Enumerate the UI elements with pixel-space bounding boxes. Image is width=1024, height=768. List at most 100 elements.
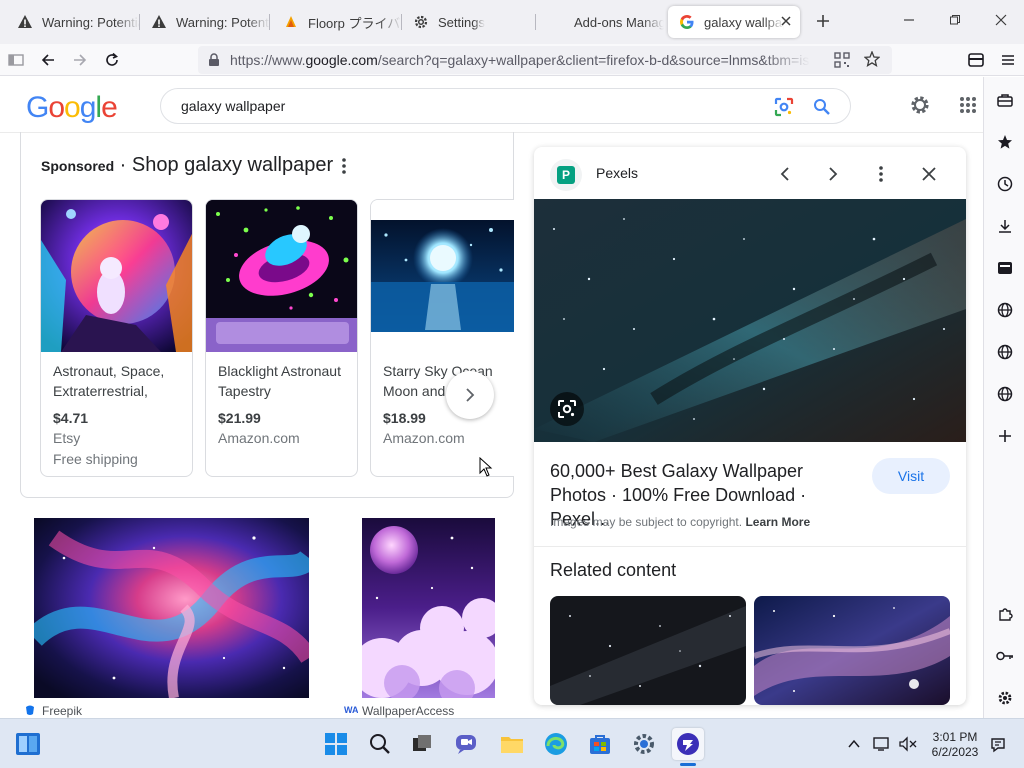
page-content: Google Sponsored · Shop galaxy wallpaper xyxy=(0,77,983,718)
puzzle-icon xyxy=(548,13,566,31)
navigation-toolbar: https://www.google.com/search?q=galaxy+w… xyxy=(0,44,1024,76)
related-image[interactable] xyxy=(550,596,746,705)
tab-bar: Warning: Potential Security Risk Ahead W… xyxy=(0,0,1024,44)
next-image-button[interactable] xyxy=(822,163,844,185)
bookmark-star-icon[interactable] xyxy=(863,50,881,70)
tab-galaxy-wallpaper[interactable]: galaxy wallpaper xyxy=(668,6,800,38)
chevron-right-icon xyxy=(829,167,838,181)
lock-icon xyxy=(208,53,220,70)
tab-floorp[interactable]: Floorp プライバシー xyxy=(272,6,402,38)
related-image[interactable] xyxy=(754,596,950,705)
tab-warning-1[interactable]: Warning: Potential Security Risk Ahead xyxy=(6,6,140,38)
menu-icon[interactable] xyxy=(996,48,1020,72)
chevron-right-icon xyxy=(466,388,475,402)
product-image-astronaut xyxy=(41,200,192,352)
gear-icon xyxy=(412,13,430,31)
passwords-key-icon[interactable] xyxy=(984,643,1024,669)
visit-button[interactable]: Visit xyxy=(872,458,950,494)
apps-grid-icon[interactable] xyxy=(958,95,978,115)
store-icon[interactable] xyxy=(584,728,616,760)
wallpaperaccess-icon: WA xyxy=(344,704,358,718)
more-options-icon[interactable] xyxy=(870,163,892,185)
extensions-puzzle-icon[interactable] xyxy=(984,601,1024,627)
learn-more-link[interactable]: Learn More xyxy=(745,515,810,529)
floorp-icon xyxy=(282,13,300,31)
carousel-next-button[interactable] xyxy=(446,371,494,419)
minimize-button[interactable] xyxy=(886,0,932,40)
warning-icon xyxy=(16,13,34,31)
volume-muted-icon[interactable] xyxy=(896,728,920,760)
show-hidden-icons-chevron-icon[interactable] xyxy=(842,728,866,760)
taskbar-search-icon[interactable] xyxy=(364,728,396,760)
product-image-starry-ocean xyxy=(371,200,514,352)
notifications-icon[interactable] xyxy=(986,728,1010,760)
google-logo[interactable]: Google xyxy=(26,91,118,125)
close-window-button[interactable] xyxy=(978,0,1024,40)
lens-icon xyxy=(558,400,576,418)
active-app-indicator xyxy=(680,763,696,766)
start-windows-icon[interactable] xyxy=(320,728,352,760)
image-preview-panel: P Pexels 60,000+ Best Galaxy Wallpaper P… xyxy=(534,147,966,705)
lens-icon[interactable] xyxy=(773,96,795,118)
task-view-icon[interactable] xyxy=(406,728,438,760)
add-panel-plus-icon[interactable] xyxy=(984,423,1024,449)
settings-gear-icon[interactable] xyxy=(908,93,932,117)
result-source[interactable]: Freepik xyxy=(24,704,82,718)
result-image-moon-clouds[interactable] xyxy=(362,518,495,698)
close-tab-icon[interactable] xyxy=(780,15,792,30)
sidebar-toggle-icon[interactable] xyxy=(4,48,28,72)
search-input[interactable] xyxy=(181,96,741,116)
maximize-button[interactable] xyxy=(932,0,978,40)
search-box xyxy=(160,88,851,124)
product-image-tapestry xyxy=(206,200,357,352)
sidebar-settings-gear-icon[interactable] xyxy=(984,685,1024,711)
web-panel-globe-icon[interactable] xyxy=(984,339,1024,365)
mouse-cursor xyxy=(479,456,493,482)
file-explorer-icon[interactable] xyxy=(496,728,528,760)
google-icon xyxy=(678,13,696,31)
source-name[interactable]: Pexels xyxy=(596,165,638,181)
search-icon[interactable] xyxy=(811,96,833,118)
tab-addons[interactable]: Add-ons Manager xyxy=(538,6,664,38)
network-icon[interactable] xyxy=(870,728,894,760)
tab-warning-2[interactable]: Warning: Potential Security Risk Ahead xyxy=(140,6,270,38)
bookmarks-star-icon[interactable] xyxy=(984,129,1024,155)
settings-app-icon[interactable] xyxy=(628,728,660,760)
visual-search-button[interactable] xyxy=(550,392,584,426)
google-header: Google xyxy=(0,77,983,133)
sponsored-heading: Sponsored · Shop galaxy wallpaper xyxy=(41,154,334,176)
system-clock[interactable]: 3:01 PM 6/2/2023 xyxy=(928,730,982,760)
result-image-galaxy-swirl[interactable] xyxy=(34,518,309,698)
web-panel-globe-icon[interactable] xyxy=(984,381,1024,407)
result-source[interactable]: WA WallpaperAccess xyxy=(344,704,454,718)
new-tab-button[interactable] xyxy=(812,10,834,32)
web-panel-globe-icon[interactable] xyxy=(984,297,1024,323)
svg-text:WA: WA xyxy=(344,705,358,714)
downloads-icon[interactable] xyxy=(984,213,1024,239)
url-text: https://www.google.com/search?q=galaxy+w… xyxy=(230,52,810,68)
close-panel-button[interactable] xyxy=(918,163,940,185)
container-tabs-icon[interactable] xyxy=(964,48,988,72)
preview-image[interactable] xyxy=(534,199,966,442)
tab-settings[interactable]: Settings xyxy=(402,6,536,38)
reload-button[interactable] xyxy=(100,48,124,72)
browser-sidebar xyxy=(983,77,1024,718)
address-bar[interactable]: https://www.google.com/search?q=galaxy+w… xyxy=(198,46,892,74)
product-card[interactable]: Astronaut, Space, Extraterrestrial, $4.7… xyxy=(40,199,193,477)
edge-browser-icon[interactable] xyxy=(540,728,572,760)
briefcase-icon[interactable] xyxy=(984,87,1024,113)
widgets-icon[interactable] xyxy=(12,728,44,760)
forward-button[interactable] xyxy=(68,48,92,72)
floorp-browser-icon[interactable] xyxy=(672,728,704,760)
chevron-left-icon xyxy=(780,167,789,181)
back-button[interactable] xyxy=(36,48,60,72)
qr-code-icon[interactable] xyxy=(834,52,850,71)
product-card[interactable]: Blacklight Astronaut Tapestry $21.99 Ama… xyxy=(205,199,358,477)
previous-image-button[interactable] xyxy=(774,163,796,185)
notes-icon[interactable] xyxy=(984,255,1024,281)
preview-header: P Pexels xyxy=(534,147,966,199)
more-options-icon[interactable] xyxy=(337,157,351,177)
chat-icon[interactable] xyxy=(450,728,482,760)
product-card[interactable]: Starry Sky Ocean Moon and Stars $18.99 A… xyxy=(370,199,514,477)
history-clock-icon[interactable] xyxy=(984,171,1024,197)
